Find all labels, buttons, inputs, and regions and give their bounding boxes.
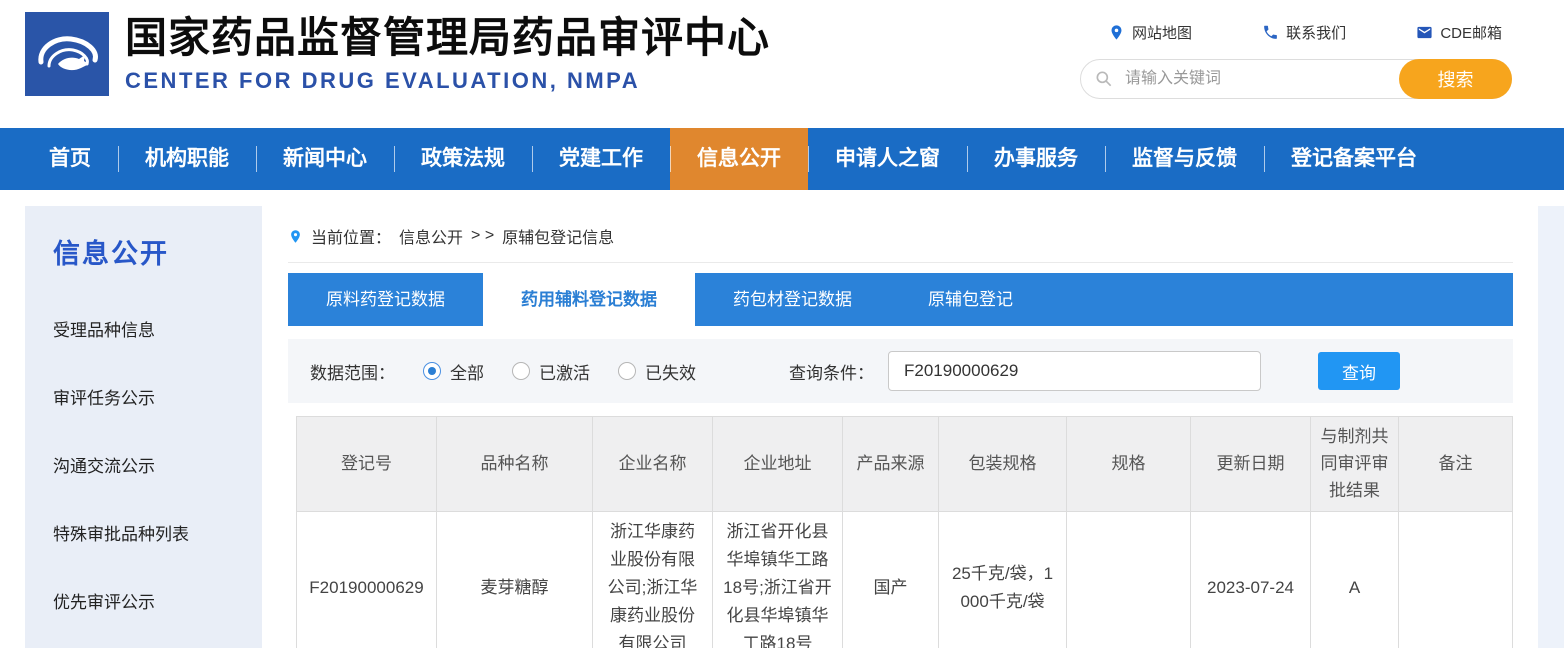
sidebar: 信息公开 受理品种信息 审评任务公示 沟通交流公示 特殊审批品种列表 优先审评公…	[25, 206, 262, 648]
table-row: F20190000629 麦芽糖醇 浙江华康药业股份有限公司;浙江华康药业股份有…	[297, 511, 1513, 648]
header-remarks: 备注	[1399, 417, 1513, 512]
radio-activated[interactable]: 已激活	[512, 359, 590, 384]
tab-api-registration[interactable]: 原料药登记数据	[288, 273, 483, 326]
main-area: 信息公开 受理品种信息 审评任务公示 沟通交流公示 特殊审批品种列表 优先审评公…	[0, 206, 1564, 648]
cell-registration-no: F20190000629	[297, 511, 437, 648]
header-joint-review-result: 与制剂共同审评审批结果	[1311, 417, 1399, 512]
header-spec: 规格	[1067, 417, 1191, 512]
sitemap-label: 网站地图	[1132, 22, 1192, 43]
breadcrumb: 当前位置： 信息公开 > > 原辅包登记信息	[288, 206, 1513, 263]
cell-spec	[1067, 511, 1191, 648]
cell-remarks	[1399, 511, 1513, 648]
quick-links: 网站地图 联系我们 CDE邮箱	[1080, 22, 1512, 43]
location-pin-icon	[288, 227, 303, 246]
radio-unselected-icon	[618, 362, 636, 380]
site-search-button[interactable]: 搜索	[1399, 59, 1512, 99]
radio-all[interactable]: 全部	[423, 359, 484, 384]
site-title: 国家药品监督管理局药品审评中心	[125, 14, 770, 62]
sidebar-item-priority-review[interactable]: 优先审评公示	[53, 588, 262, 613]
nav-item-home[interactable]: 首页	[22, 128, 118, 190]
site-title-block: 国家药品监督管理局药品审评中心 CENTER FOR DRUG EVALUATI…	[125, 14, 770, 94]
cell-product-origin: 国产	[843, 511, 939, 648]
header-company-name: 企业名称	[593, 417, 713, 512]
tab-packaging-registration[interactable]: 药包材登记数据	[695, 273, 890, 326]
query-condition-input[interactable]	[888, 351, 1261, 391]
nav-item-services[interactable]: 办事服务	[967, 128, 1105, 190]
table-header-row: 登记号 品种名称 企业名称 企业地址 产品来源 包装规格 规格 更新日期 与制剂…	[297, 417, 1513, 512]
tab-excipient-registration[interactable]: 药用辅料登记数据	[483, 273, 695, 326]
radio-expired-label: 已失效	[645, 359, 696, 384]
site-subtitle: CENTER FOR DRUG EVALUATION, NMPA	[125, 68, 770, 94]
radio-selected-icon	[423, 362, 441, 380]
header-company-address: 企业地址	[713, 417, 843, 512]
contact-link[interactable]: 联系我们	[1262, 22, 1346, 43]
data-scope-label: 数据范围：	[310, 359, 395, 384]
sidebar-item-special-approval[interactable]: 特殊审批品种列表	[53, 520, 262, 545]
breadcrumb-section[interactable]: 信息公开	[399, 224, 463, 248]
nav-item-applicant-window[interactable]: 申请人之窗	[808, 128, 967, 190]
cde-mail-link[interactable]: CDE邮箱	[1416, 22, 1502, 43]
cell-joint-review-result: A	[1311, 511, 1399, 648]
cell-update-date: 2023-07-24	[1191, 511, 1311, 648]
contact-label: 联系我们	[1286, 22, 1346, 43]
nav-item-party[interactable]: 党建工作	[532, 128, 670, 190]
mail-icon	[1416, 24, 1433, 41]
sidebar-item-review-tasks[interactable]: 审评任务公示	[53, 384, 262, 409]
nav-item-policy[interactable]: 政策法规	[394, 128, 532, 190]
filter-bar: 数据范围： 全部 已激活 已失效 查询条件： 查询	[288, 339, 1513, 403]
sidebar-title: 信息公开	[53, 232, 262, 271]
site-header: 国家药品监督管理局药品审评中心 CENTER FOR DRUG EVALUATI…	[0, 0, 1564, 128]
nav-item-info-disclosure[interactable]: 信息公开	[670, 128, 808, 190]
cde-mail-label: CDE邮箱	[1440, 22, 1502, 43]
site-search: 搜索	[1080, 59, 1512, 99]
header-packaging-spec: 包装规格	[939, 417, 1067, 512]
search-icon	[1094, 69, 1114, 89]
nav-item-registration-platform[interactable]: 登记备案平台	[1264, 128, 1444, 190]
nav-item-functions[interactable]: 机构职能	[118, 128, 256, 190]
tab-bar: 原料药登记数据 药用辅料登记数据 药包材登记数据 原辅包登记	[288, 273, 1513, 326]
header-update-date: 更新日期	[1191, 417, 1311, 512]
sitemap-link[interactable]: 网站地图	[1108, 22, 1192, 43]
breadcrumb-current: 原辅包登记信息	[502, 224, 614, 248]
nav-item-supervision[interactable]: 监督与反馈	[1105, 128, 1264, 190]
radio-expired[interactable]: 已失效	[618, 359, 696, 384]
header-variety-name: 品种名称	[437, 417, 593, 512]
query-button[interactable]: 查询	[1318, 352, 1400, 390]
main-inner: 信息公开 受理品种信息 审评任务公示 沟通交流公示 特殊审批品种列表 优先审评公…	[0, 206, 1538, 648]
tab-apipack-registration[interactable]: 原辅包登记	[890, 273, 1051, 326]
breadcrumb-label: 当前位置：	[311, 224, 391, 248]
radio-all-label: 全部	[450, 359, 484, 384]
radio-unselected-icon	[512, 362, 530, 380]
main-nav: 首页 机构职能 新闻中心 政策法规 党建工作 信息公开 申请人之窗 办事服务 监…	[0, 128, 1564, 190]
sidebar-item-communication[interactable]: 沟通交流公示	[53, 452, 262, 477]
breadcrumb-separator: > >	[471, 227, 494, 245]
phone-icon	[1262, 24, 1279, 41]
registration-table: 登记号 品种名称 企业名称 企业地址 产品来源 包装规格 规格 更新日期 与制剂…	[296, 416, 1513, 648]
cell-packaging-spec: 25千克/袋，1000千克/袋	[939, 511, 1067, 648]
query-condition-label: 查询条件：	[789, 359, 874, 384]
header-right: 网站地图 联系我们 CDE邮箱 搜索	[1080, 22, 1512, 99]
header-product-origin: 产品来源	[843, 417, 939, 512]
header-registration-no: 登记号	[297, 417, 437, 512]
cde-logo-icon	[25, 12, 109, 96]
cell-company-name: 浙江华康药业股份有限公司;浙江华康药业股份有限公司	[593, 511, 713, 648]
sidebar-item-accepted-varieties[interactable]: 受理品种信息	[53, 316, 262, 341]
content: 当前位置： 信息公开 > > 原辅包登记信息 原料药登记数据 药用辅料登记数据 …	[288, 206, 1513, 648]
cell-company-address: 浙江省开化县华埠镇华工路18号;浙江省开化县华埠镇华工路18号	[713, 511, 843, 648]
nav-item-news[interactable]: 新闻中心	[256, 128, 394, 190]
location-pin-icon	[1108, 24, 1125, 41]
radio-activated-label: 已激活	[539, 359, 590, 384]
cell-variety-name: 麦芽糖醇	[437, 511, 593, 648]
sidebar-list: 受理品种信息 审评任务公示 沟通交流公示 特殊审批品种列表 优先审评公示 突破性…	[53, 316, 262, 648]
